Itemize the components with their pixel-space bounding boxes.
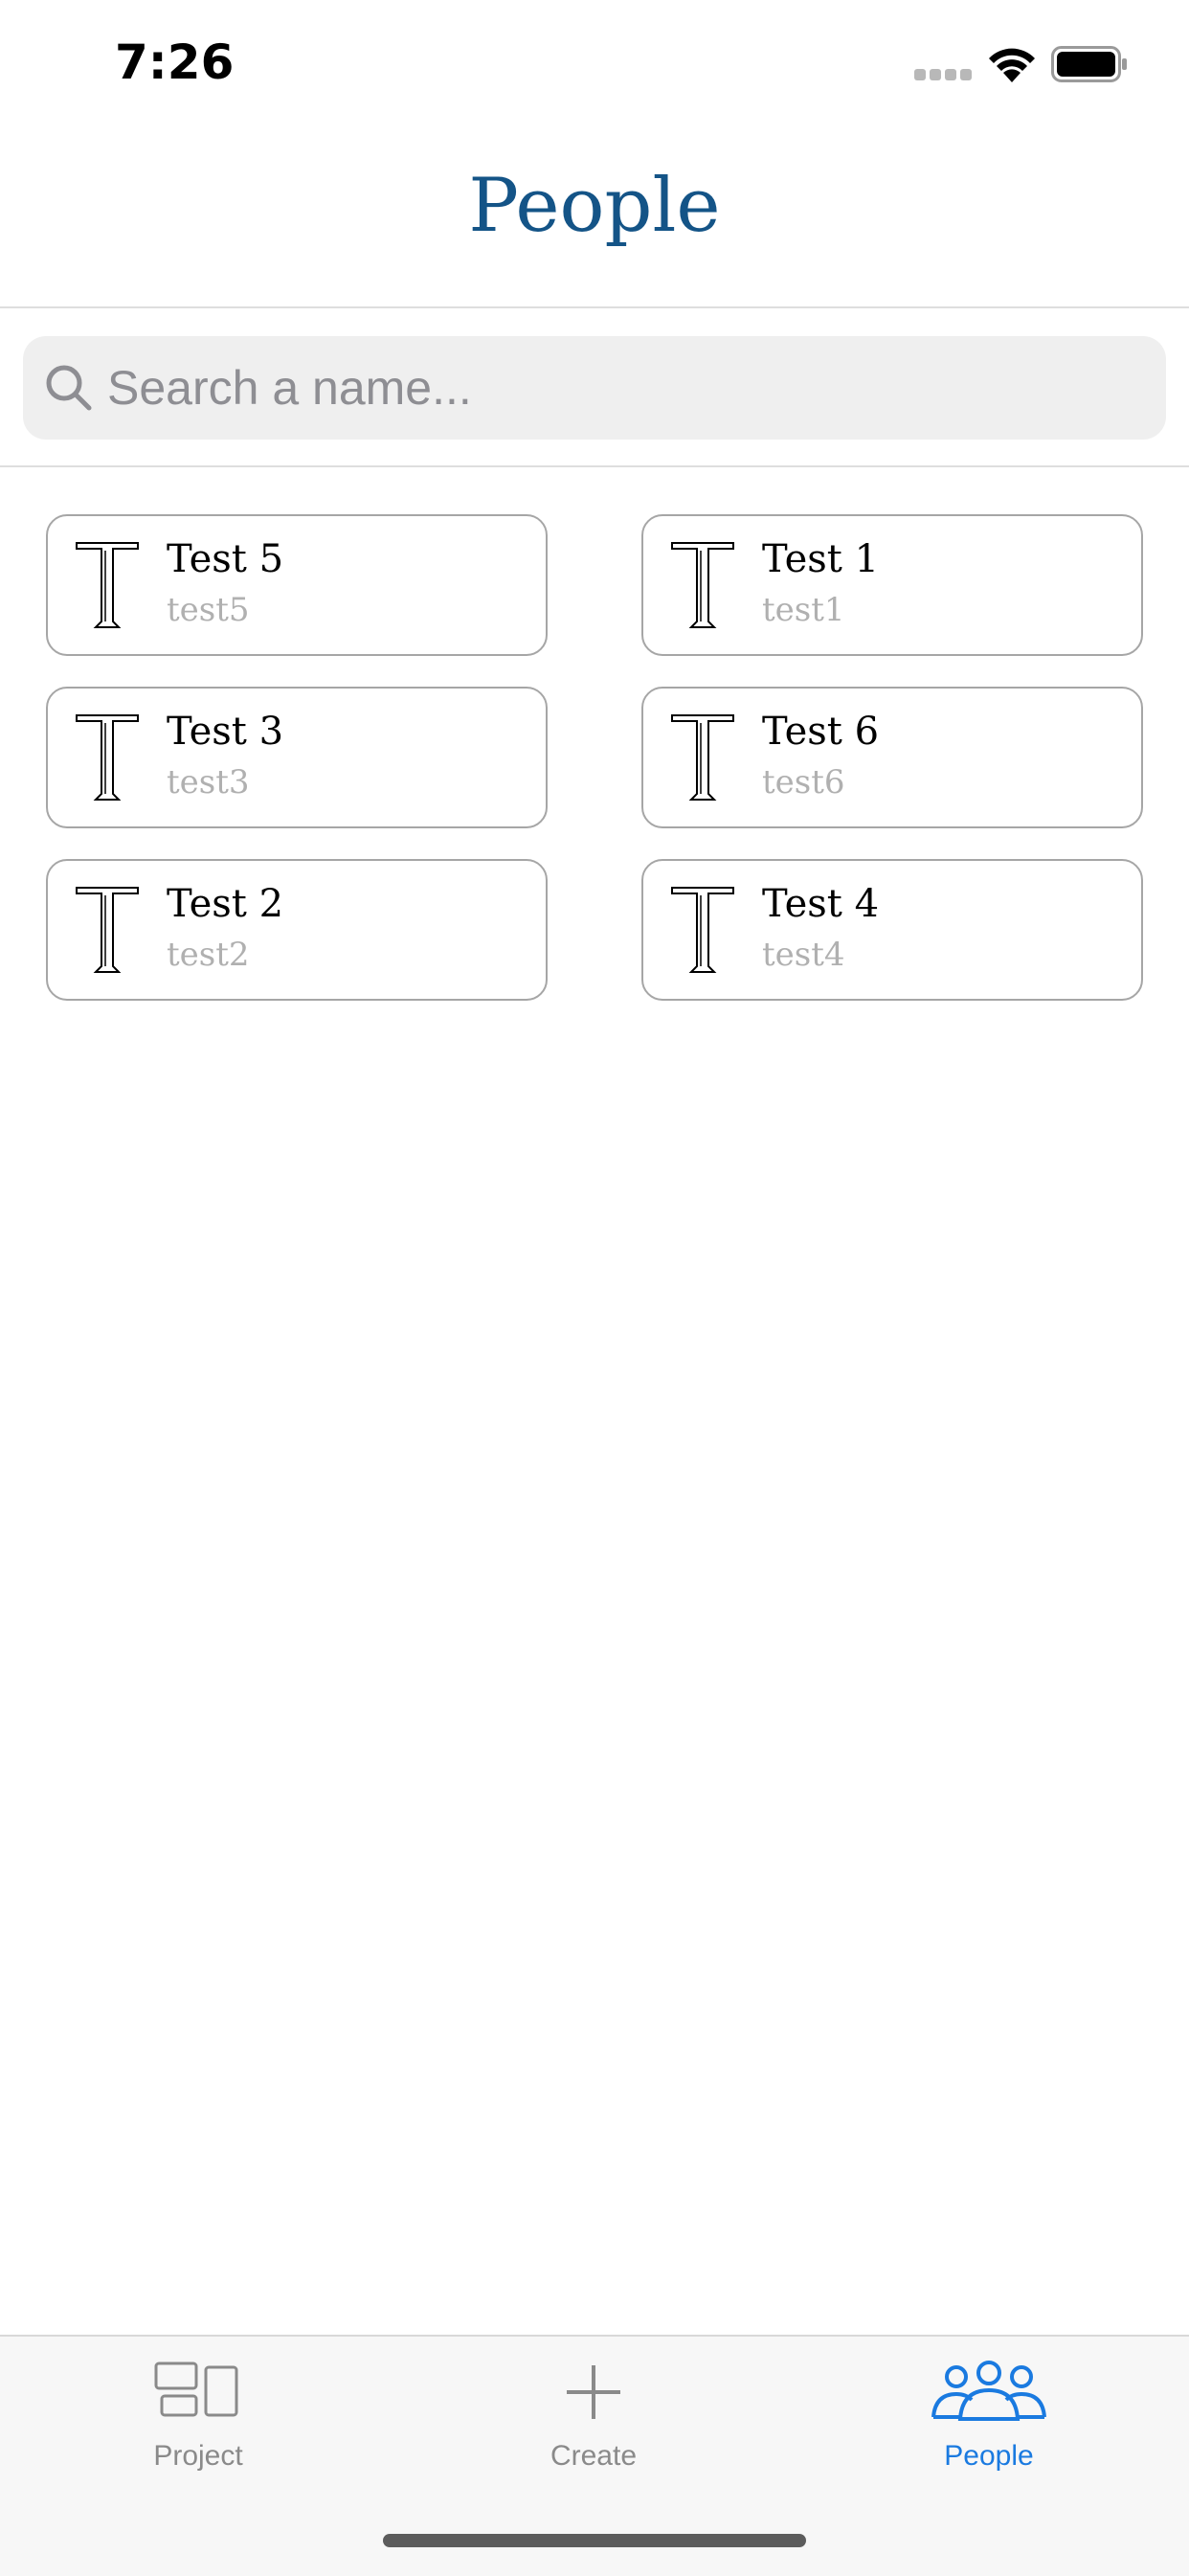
project-icon — [154, 2361, 238, 2417]
tab-label: Create — [550, 2440, 638, 2472]
person-username: test4 — [762, 936, 845, 974]
header-divider — [0, 306, 1189, 308]
plus-icon — [567, 2365, 620, 2419]
avatar-icon — [671, 887, 734, 973]
search-divider — [0, 465, 1189, 467]
cellular-signal-icon — [914, 69, 972, 80]
person-card[interactable]: Test 1 test1 — [641, 514, 1143, 656]
person-username: test3 — [167, 763, 250, 802]
person-card[interactable]: Test 3 test3 — [46, 687, 548, 828]
tab-create[interactable]: Create — [450, 2360, 737, 2503]
person-name: Test 5 — [167, 537, 284, 581]
people-grid: Test 5 test5 Test 1 test1 Test 3 test3 T… — [46, 514, 1143, 1001]
person-card[interactable]: Test 4 test4 — [641, 859, 1143, 1001]
tab-project[interactable]: Project — [55, 2360, 342, 2503]
search-icon — [46, 365, 92, 411]
person-name: Test 6 — [762, 710, 880, 754]
person-card[interactable]: Test 5 test5 — [46, 514, 548, 656]
avatar-icon — [76, 542, 139, 628]
person-name: Test 1 — [762, 537, 880, 581]
tab-label: Project — [153, 2440, 243, 2472]
person-name: Test 4 — [762, 882, 880, 926]
search-bar[interactable] — [23, 336, 1166, 440]
avatar-icon — [671, 542, 734, 628]
battery-icon — [1051, 46, 1127, 82]
wifi-icon — [989, 48, 1035, 82]
page-title: People — [468, 163, 721, 249]
search-input[interactable] — [107, 336, 1141, 440]
people-icon — [931, 2361, 1046, 2421]
avatar-icon — [76, 887, 139, 973]
status-bar: 7:26 — [0, 0, 1189, 126]
person-username: test1 — [762, 591, 845, 629]
tab-label: People — [944, 2440, 1034, 2472]
person-name: Test 2 — [167, 882, 284, 926]
person-name: Test 3 — [167, 710, 284, 754]
person-username: test5 — [167, 591, 250, 629]
avatar-icon — [76, 714, 139, 801]
person-card[interactable]: Test 2 test2 — [46, 859, 548, 1001]
person-card[interactable]: Test 6 test6 — [641, 687, 1143, 828]
home-indicator[interactable] — [383, 2534, 806, 2547]
avatar-icon — [671, 714, 734, 801]
person-username: test2 — [167, 936, 250, 974]
tab-people[interactable]: People — [845, 2360, 1133, 2503]
person-username: test6 — [762, 763, 845, 802]
status-time: 7:26 — [115, 34, 235, 90]
